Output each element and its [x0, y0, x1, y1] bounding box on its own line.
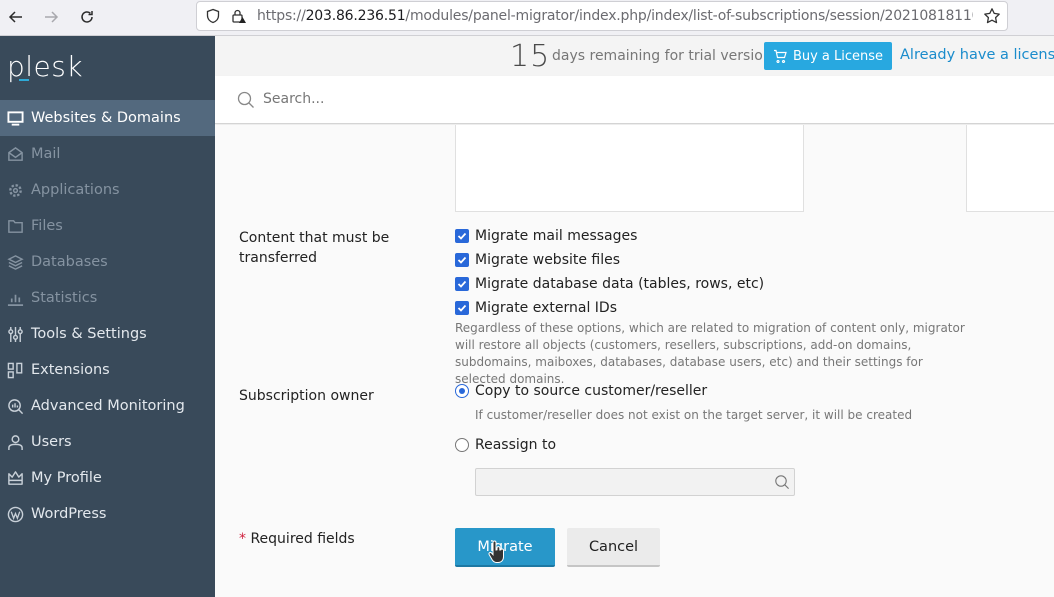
sidebar-item-label: Statistics	[31, 290, 98, 306]
bookmark-star-icon[interactable]	[983, 7, 1001, 25]
extensions-icon	[6, 361, 24, 379]
option-mail-messages[interactable]: Migrate mail messages	[455, 228, 637, 244]
reload-button[interactable]	[75, 6, 99, 28]
arrow-right-icon	[45, 11, 59, 23]
owner-copy-to-source[interactable]: Copy to source customer/reseller	[455, 383, 707, 399]
option-label: Migrate external IDs	[475, 300, 618, 316]
buy-license-label: Buy a License	[792, 48, 884, 64]
sidebar-item-label: Websites & Domains	[31, 110, 181, 126]
forward-button[interactable]	[39, 6, 63, 28]
hand-cursor-icon	[488, 540, 504, 563]
owner-copy-hint: If customer/reseller does not exist on t…	[475, 408, 913, 422]
search-input[interactable]: Search...	[263, 91, 324, 107]
monitoring-icon	[6, 397, 24, 415]
sidebar-item-statistics[interactable]: Statistics	[0, 280, 215, 316]
reassign-owner-input[interactable]	[475, 468, 795, 496]
buy-license-button[interactable]: Buy a License	[764, 42, 892, 70]
option-website-files[interactable]: Migrate website files	[455, 252, 620, 268]
sidebar-item-label: My Profile	[31, 470, 102, 486]
user-icon	[6, 433, 24, 451]
trial-days-text: days remaining for trial version	[552, 48, 772, 64]
subscription-owner-label: Subscription owner	[239, 388, 374, 404]
sidebar-item-label: Databases	[31, 254, 108, 270]
back-button[interactable]	[4, 6, 28, 28]
content-options-hint: Regardless of these options, which are r…	[455, 321, 965, 386]
bar-chart-icon	[6, 289, 24, 307]
domain-list-panel[interactable]	[455, 125, 804, 212]
secondary-list-panel[interactable]	[966, 125, 1054, 212]
required-star: *	[239, 531, 246, 547]
cart-icon	[773, 49, 787, 63]
sidebar-item-label: Files	[31, 218, 63, 234]
sidebar-item-advanced-monitoring[interactable]: Advanced Monitoring	[0, 388, 215, 424]
checkbox-checked-icon[interactable]	[455, 229, 469, 243]
url-prefix: https://	[257, 8, 306, 24]
sidebar-item-label: Advanced Monitoring	[31, 398, 185, 414]
mail-icon	[6, 145, 24, 163]
sidebar-item-label: Extensions	[31, 362, 110, 378]
sidebar-item-tools-settings[interactable]: Tools & Settings	[0, 316, 215, 352]
browser-toolbar: https://203.86.236.51/modules/panel-migr…	[0, 0, 1054, 36]
layers-icon	[6, 253, 24, 271]
checkbox-checked-icon[interactable]	[455, 253, 469, 267]
option-label: Migrate website files	[475, 252, 621, 268]
cancel-button[interactable]: Cancel	[567, 528, 660, 567]
arrow-left-icon	[8, 11, 22, 23]
sidebar-item-users[interactable]: Users	[0, 424, 215, 460]
sidebar-item-databases[interactable]: Databases	[0, 244, 215, 280]
reload-icon	[81, 11, 93, 23]
gear-icon	[6, 181, 24, 199]
crown-icon	[6, 469, 24, 487]
search-icon	[237, 91, 254, 108]
sidebar-item-files[interactable]: Files	[0, 208, 215, 244]
option-label: Migrate database data (tables, rows, etc…	[475, 276, 765, 292]
sidebar-item-label: Users	[31, 434, 72, 450]
sidebar-item-label: Applications	[31, 182, 120, 198]
sidebar-item-extensions[interactable]: Extensions	[0, 352, 215, 388]
monitor-icon	[6, 109, 24, 127]
checkbox-checked-icon[interactable]	[455, 301, 469, 315]
required-label: Required fields	[250, 531, 355, 547]
sidebar: plesk Websites & Domains Mail Applicatio…	[0, 36, 215, 597]
logo-accent	[19, 79, 29, 81]
trial-days-count: 15	[510, 39, 551, 74]
owner-reassign-to[interactable]: Reassign to	[455, 437, 556, 453]
option-database-data[interactable]: Migrate database data (tables, rows, etc…	[455, 276, 764, 292]
radio-selected-icon[interactable]	[455, 384, 469, 398]
address-bar[interactable]: https://203.86.236.51/modules/panel-migr…	[196, 1, 1008, 31]
sidebar-item-mail[interactable]: Mail	[0, 136, 215, 172]
radio-label: Copy to source customer/reseller	[475, 383, 708, 399]
already-have-license-link[interactable]: Already have a license?	[900, 47, 1054, 63]
wordpress-icon	[6, 505, 24, 523]
sliders-icon	[6, 325, 24, 343]
sidebar-item-label: Mail	[31, 146, 61, 162]
radio-unselected-icon[interactable]	[455, 438, 469, 452]
migration-form: Content that must be transferred Migrate…	[215, 125, 1054, 597]
sidebar-item-my-profile[interactable]: My Profile	[0, 460, 215, 496]
url-path: /modules/panel-migrator/index.php/index/…	[405, 8, 973, 24]
radio-label: Reassign to	[475, 437, 557, 453]
search-bar[interactable]: Search...	[215, 76, 1054, 124]
option-external-ids[interactable]: Migrate external IDs	[455, 300, 617, 316]
url-text[interactable]: https://203.86.236.51/modules/panel-migr…	[257, 8, 973, 24]
sidebar-item-websites-domains[interactable]: Websites & Domains	[0, 100, 215, 136]
option-label: Migrate mail messages	[475, 228, 638, 244]
search-icon[interactable]	[774, 474, 790, 490]
trial-banner: 15 days remaining for trial version Buy …	[215, 36, 1054, 76]
sidebar-item-label: Tools & Settings	[31, 326, 147, 342]
checkbox-checked-icon[interactable]	[455, 277, 469, 291]
url-host: 203.86.236.51	[305, 8, 406, 24]
required-fields-note: * Required fields	[239, 531, 355, 547]
folder-icon	[6, 217, 24, 235]
lock-warning-icon[interactable]	[231, 8, 247, 24]
sidebar-item-label: WordPress	[31, 506, 107, 522]
content-transfer-label: Content that must be transferred	[239, 230, 390, 266]
sidebar-item-wordpress[interactable]: WordPress	[0, 496, 215, 532]
sidebar-item-applications[interactable]: Applications	[0, 172, 215, 208]
shield-icon[interactable]	[205, 8, 221, 24]
